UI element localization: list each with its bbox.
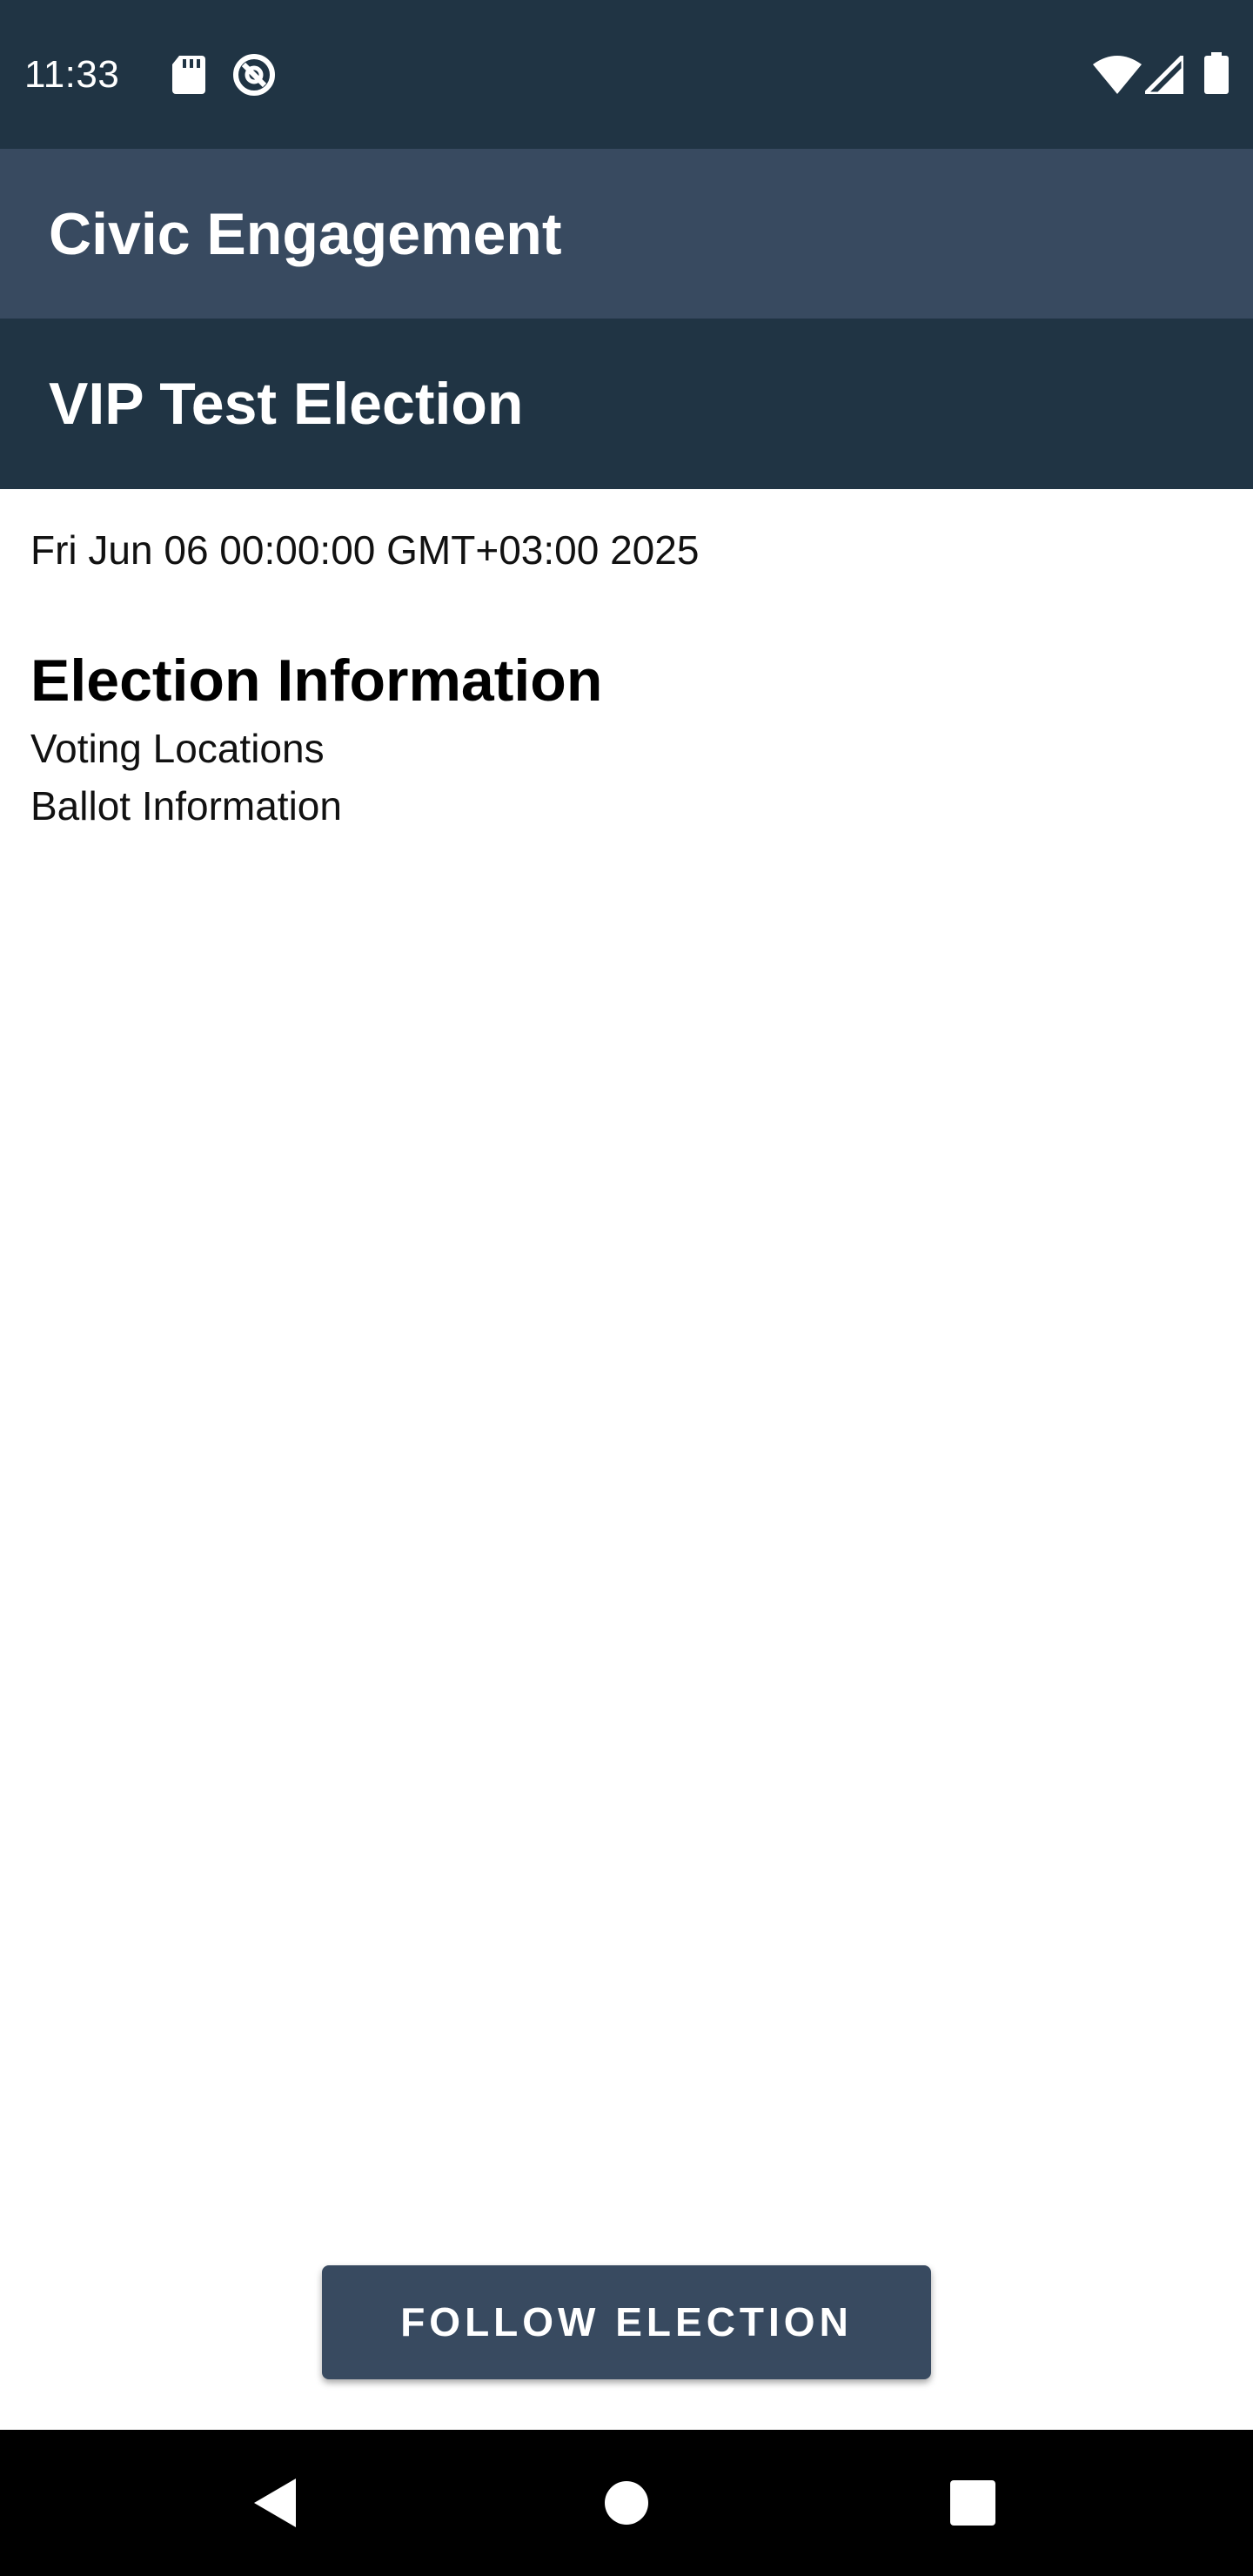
- follow-election-button[interactable]: FOLLOW ELECTION: [322, 2265, 931, 2379]
- election-title: VIP Test Election: [49, 371, 524, 437]
- screen: 11:33 Civic Engagement VIP Test Election…: [0, 0, 1253, 2576]
- election-date: Fri Jun 06 00:00:00 GMT+03:00 2025: [30, 527, 700, 573]
- election-header: VIP Test Election: [0, 319, 1253, 489]
- battery-icon: [1204, 52, 1229, 98]
- voting-locations-link[interactable]: Voting Locations: [30, 722, 325, 775]
- app-bar: Civic Engagement: [0, 149, 1253, 319]
- app-title: Civic Engagement: [49, 201, 562, 267]
- back-icon[interactable]: [242, 2468, 312, 2538]
- navigation-bar: [0, 2430, 1253, 2576]
- status-time: 11:33: [24, 53, 120, 96]
- recents-icon[interactable]: [938, 2468, 1008, 2538]
- data-saver-icon: [231, 52, 277, 102]
- wifi-icon: [1093, 56, 1142, 98]
- ballot-information-link[interactable]: Ballot Information: [30, 780, 342, 832]
- home-icon[interactable]: [592, 2468, 661, 2538]
- sd-card-icon: [171, 54, 205, 98]
- status-bar: 11:33: [0, 0, 1253, 149]
- signal-icon: [1142, 53, 1186, 98]
- election-information-heading: Election Information: [30, 647, 603, 714]
